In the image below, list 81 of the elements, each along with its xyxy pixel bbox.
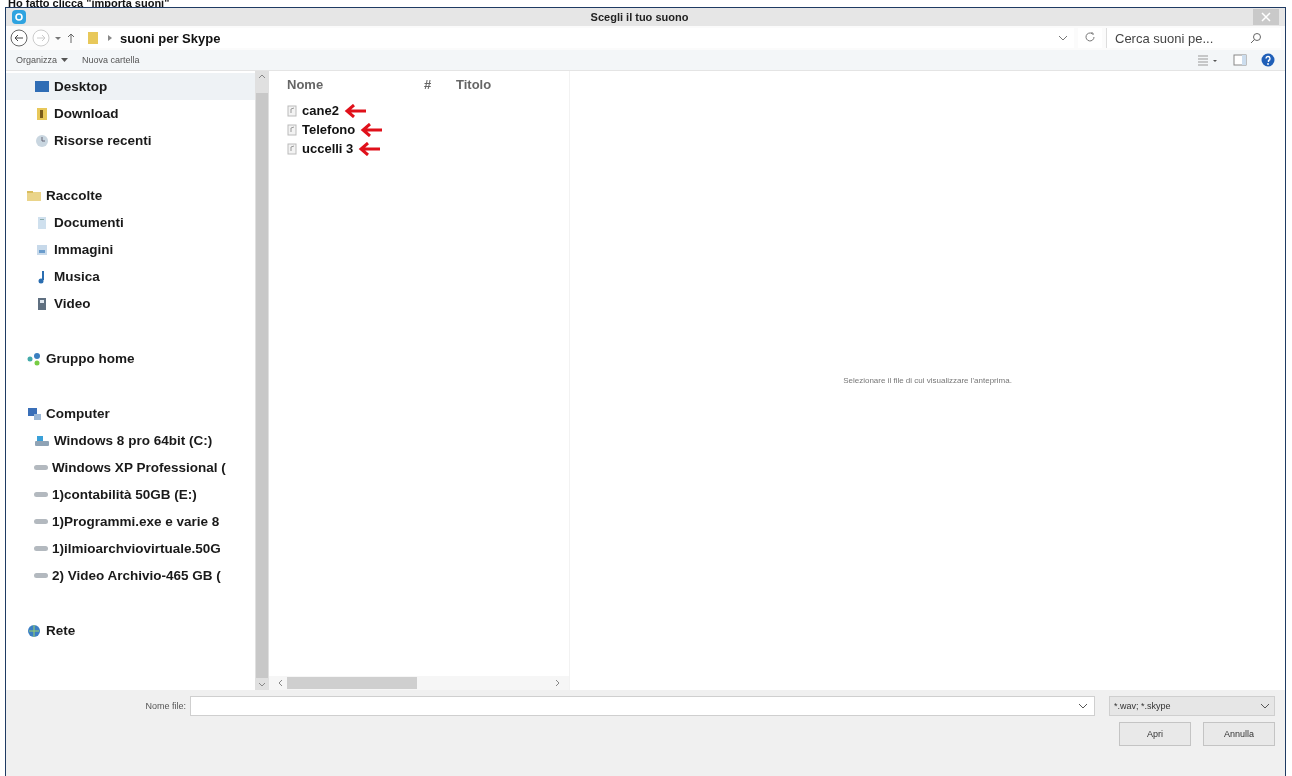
left-caret-icon (277, 679, 283, 687)
recent-locations-button[interactable] (54, 34, 62, 42)
navigation-item[interactable]: Gruppo home (6, 345, 255, 372)
navigation-item[interactable]: Rete (6, 617, 255, 644)
list-view-icon (1197, 54, 1219, 66)
navigation-item[interactable]: Raccolte (6, 182, 255, 209)
preview-message: Selezionare il file di cui visualizzare l'anteprima. (843, 376, 1012, 385)
computer-icon (26, 405, 42, 422)
navigation-item[interactable]: Musica (6, 263, 255, 290)
navigation-item[interactable]: Video (6, 290, 255, 317)
navigation-item[interactable]: Immagini (6, 236, 255, 263)
file-name[interactable]: cane2 (302, 103, 339, 118)
open-button[interactable]: Apri (1119, 722, 1191, 746)
dropdown-caret-icon (1058, 34, 1068, 42)
right-caret-icon (555, 679, 561, 687)
caret-icon (61, 57, 69, 63)
navigation-item[interactable]: Download (6, 100, 255, 127)
scrollbar-thumb[interactable] (287, 677, 417, 689)
column-header[interactable]: # (424, 76, 456, 92)
pane-icon (1233, 54, 1247, 66)
app-icon (12, 10, 26, 24)
filename-field[interactable] (190, 696, 1095, 716)
refresh-icon (1084, 30, 1096, 43)
navigation-item[interactable]: 1)Programmi.exe e varie 8 (6, 508, 255, 535)
caption-text: Ho fatto clicca "importa suoni" (7, 0, 171, 7)
field-label: Nome file: (144, 701, 186, 711)
navigation-item[interactable]: 1)ilmioarchviovirtuale.50G (6, 535, 255, 562)
audio-file-icon (287, 142, 297, 155)
window-title: Scegli il tuo suono (589, 11, 690, 23)
menu-button[interactable]: Organizza (16, 55, 69, 65)
drive-icon (34, 492, 48, 497)
navigation-item[interactable]: 1)contabilità 50GB (E:) (6, 481, 255, 508)
dropdown-caret-icon (1260, 702, 1270, 710)
folder-icon (34, 105, 50, 122)
file-name[interactable]: Telefono (302, 122, 356, 137)
close-icon (1261, 12, 1271, 22)
navigation-item[interactable]: Windows 8 pro 64bit (C:) (6, 427, 255, 454)
up-button[interactable] (66, 32, 76, 44)
people-icon (26, 350, 42, 367)
column-header[interactable]: Titolo (456, 76, 492, 92)
navigation-item[interactable]: Desktop (6, 73, 255, 100)
globe-icon (26, 622, 42, 639)
navigation-item[interactable]: Computer (6, 400, 255, 427)
monitor-icon (34, 78, 50, 95)
vertical-scrollbar[interactable] (255, 71, 269, 690)
horizontal-scrollbar[interactable] (269, 676, 569, 690)
drive-icon (34, 519, 48, 524)
navigation-item[interactable]: 2) Video Archivio-465 GB ( (6, 562, 255, 589)
folder-icon (86, 31, 100, 45)
column-header[interactable]: Nome (287, 76, 424, 92)
preview-pane-button[interactable] (1233, 54, 1247, 66)
address-field[interactable]: suoni per Skype (80, 28, 1074, 48)
drive-icon (34, 465, 48, 470)
dropdown-caret-icon (1078, 702, 1088, 710)
help-button[interactable] (1261, 53, 1275, 67)
audio-file-icon (287, 123, 297, 136)
search-field[interactable]: Cerca suoni pe... (1106, 28, 1281, 48)
up-arrow-icon (66, 32, 76, 44)
file-name[interactable]: uccelli 3 (302, 141, 354, 156)
search-icon (1250, 32, 1262, 44)
down-caret-icon (258, 682, 266, 688)
up-caret-icon (258, 73, 266, 79)
navigation-item[interactable]: Documenti (6, 209, 255, 236)
view-options-button[interactable] (1197, 54, 1219, 66)
file-type-dropdown[interactable]: *.wav; *.skype (1109, 696, 1275, 716)
audio-file-icon (287, 104, 297, 117)
toolbar-button[interactable]: Nuova cartella (82, 55, 140, 65)
drive-icon (34, 546, 48, 551)
navigation-item[interactable]: Windows XP Professional ( (6, 454, 255, 481)
scrollbar-thumb[interactable] (256, 93, 268, 678)
clock-icon (34, 132, 50, 149)
cancel-button[interactable]: Annulla (1203, 722, 1275, 746)
drive-icon (34, 573, 48, 578)
chevron-icon (106, 34, 114, 42)
help-icon (1261, 53, 1275, 67)
back-button[interactable] (10, 29, 28, 47)
breadcrumb-item[interactable]: suoni per Skype (120, 30, 221, 46)
caret-icon (54, 34, 62, 42)
navigation-item[interactable]: Risorse recenti (6, 127, 255, 154)
refresh-button[interactable] (1078, 28, 1102, 48)
close-button[interactable] (1253, 9, 1279, 25)
